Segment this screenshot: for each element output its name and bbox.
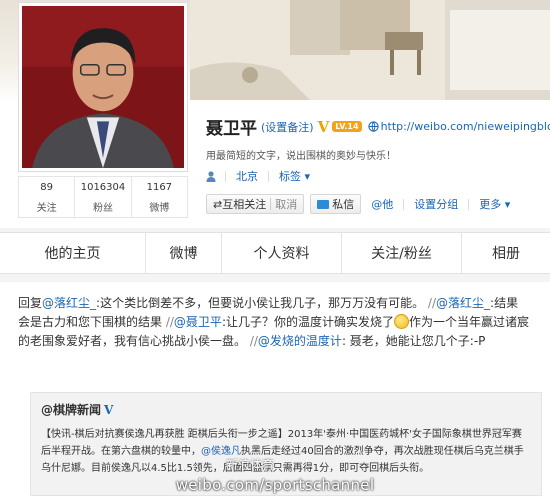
stat-following[interactable]: 89 关注 — [19, 177, 74, 217]
avatar[interactable] — [18, 2, 188, 172]
more-dropdown[interactable]: 更多 ▾ — [479, 196, 510, 212]
homepage-link[interactable]: http://weibo.com/nieweipingblog — [367, 120, 550, 133]
profile-tab-nav: 他的主页 微博 个人资料 关注/粉丝 相册 — [0, 232, 550, 274]
verified-icon[interactable]: V — [318, 118, 330, 136]
unfollow-link[interactable]: 取消 — [275, 196, 297, 212]
tab-album[interactable]: 相册 — [461, 233, 550, 273]
mention-link[interactable]: @落红尘_ — [436, 296, 490, 310]
tab-weibo[interactable]: 微博 — [145, 233, 221, 273]
text-segment: :让几子？你的温度计确实发烧了 — [221, 315, 394, 329]
tags-dropdown[interactable]: 标签 ▾ — [279, 168, 310, 184]
divider — [270, 198, 272, 210]
quote-text: 【快讯-棋后对抗赛侯逸凡再获胜 距棋后头衔一步之遥】2013年'泰州·中国医药城… — [41, 426, 531, 477]
profile-bio: 用最简短的文字，说出围棋的奥妙与快乐！ — [206, 151, 396, 162]
divider — [468, 198, 470, 210]
message-button[interactable]: 私信 — [310, 194, 362, 214]
set-remark-link[interactable]: (设置备注) — [261, 119, 314, 135]
link-icon — [367, 121, 379, 132]
stat-value: 1167 — [146, 182, 173, 193]
tab-home[interactable]: 他的主页 — [0, 233, 145, 273]
stat-value: 89 — [40, 182, 54, 193]
message-label: 私信 — [332, 198, 355, 211]
watermark: weibo.com/sportschannel — [175, 476, 375, 494]
tab-follow-fans[interactable]: 关注/粉丝 — [341, 233, 461, 273]
profile-stats: 89 关注 1016304 粉丝 1167 微博 — [18, 176, 188, 218]
profile-name: 聂卫平 — [206, 119, 257, 139]
mention-link[interactable]: @落红尘_ — [42, 296, 96, 310]
repost-separator: // — [165, 315, 174, 329]
verified-icon[interactable]: V — [104, 403, 113, 417]
smile-emoticon-icon — [393, 314, 409, 329]
mention-link[interactable]: @他 — [371, 196, 393, 212]
envelope-icon — [317, 199, 330, 209]
set-group-link[interactable]: 设置分组 — [414, 196, 458, 212]
level-badge[interactable]: LV.14 — [332, 121, 362, 132]
homepage-url: http://weibo.com/nieweipingblog — [380, 120, 550, 133]
divider — [225, 170, 226, 182]
cover-image — [190, 0, 550, 100]
tab-profile-info[interactable]: 个人资料 — [221, 233, 341, 273]
quote-author-row: @棋牌新闻 V — [41, 401, 531, 418]
weibo-post: 回复@落红尘_:这个类比倒差不多，但要说小侯让我几子，那万万没有可能。 //@落… — [0, 282, 550, 502]
stat-value: 1016304 — [80, 182, 126, 193]
mention-link[interactable]: @发烧的温度计 — [258, 334, 342, 348]
watermark-sina: 新浪体育 — [226, 458, 275, 472]
stat-label: 粉丝 — [92, 203, 113, 214]
text-segment: 回复 — [18, 296, 43, 310]
profile-header: 聂卫平 (设置备注) V LV.14 http://weibo.com/niew… — [0, 0, 550, 228]
repost-separator: // — [427, 296, 436, 310]
divider — [268, 170, 269, 182]
location-link[interactable]: 北京 — [236, 168, 258, 184]
stat-label: 微博 — [149, 203, 170, 214]
mutual-follow-button[interactable]: ⇄互相关注 取消 — [206, 194, 305, 214]
post-text: 回复@落红尘_:这个类比倒差不多，但要说小侯让我几子，那万万没有可能。 //@落… — [18, 294, 530, 351]
repost-separator: // — [249, 334, 258, 348]
person-icon — [206, 170, 216, 182]
stat-followers[interactable]: 1016304 粉丝 — [74, 177, 130, 217]
stat-label: 关注 — [36, 203, 57, 214]
text-segment: : 聂老，她能让您几个子:-P — [341, 334, 486, 348]
text-segment: :这个类比倒差不多，但要说小侯让我几子，那万万没有可能。 — [96, 296, 428, 310]
avatar-photo — [22, 6, 184, 168]
stat-posts[interactable]: 1167 微博 — [130, 177, 187, 217]
mention-link[interactable]: @聂卫平 — [174, 315, 222, 329]
divider — [403, 198, 405, 210]
quote-author-link[interactable]: @棋牌新闻 — [41, 401, 101, 418]
mutual-follow-label: ⇄互相关注 — [213, 198, 267, 211]
